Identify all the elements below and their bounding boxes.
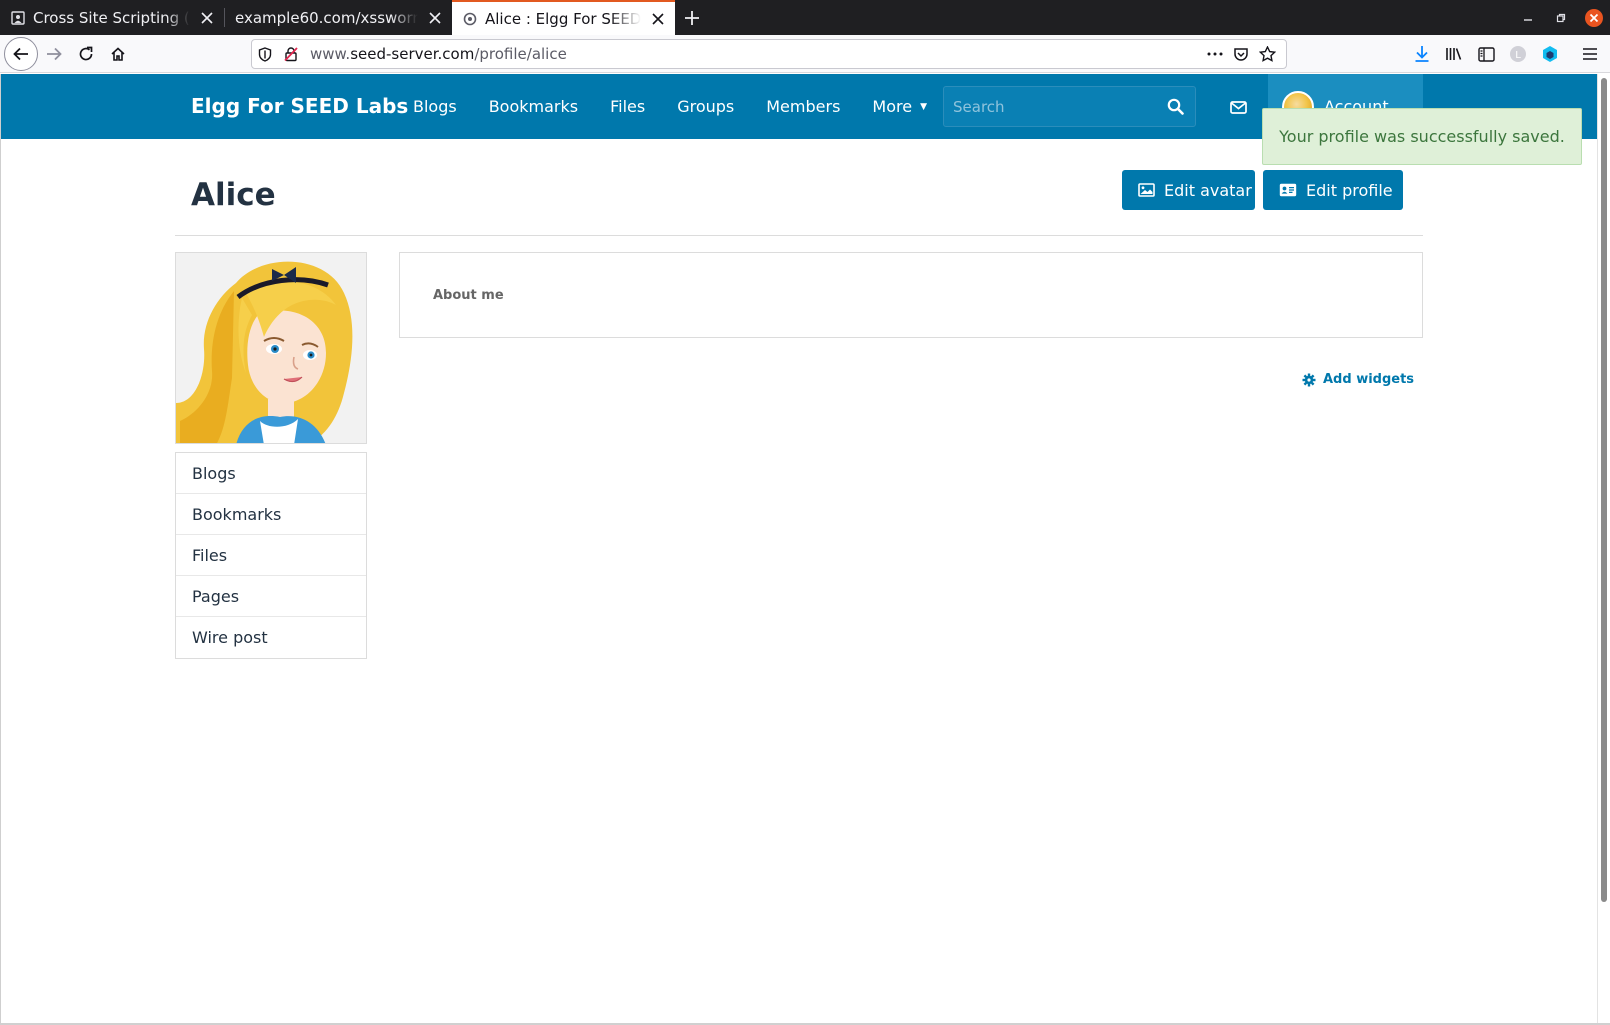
library-icon — [1446, 48, 1462, 60]
tab-title: Cross Site Scripting (XSS — [33, 8, 190, 27]
insecure-lock-icon[interactable] — [278, 41, 304, 67]
edit-profile-label: Edit profile — [1306, 180, 1393, 200]
about-me-label: About me — [433, 288, 504, 303]
minimize-button[interactable] — [1511, 0, 1544, 35]
browser-toolbar: www.seed-server.com/profile/alice L — [0, 35, 1610, 73]
svg-text:L: L — [1515, 50, 1521, 61]
nav-blogs[interactable]: Blogs — [413, 97, 457, 116]
back-button[interactable] — [4, 36, 38, 71]
nav-members[interactable]: Members — [766, 97, 840, 116]
menu-button[interactable] — [1574, 38, 1606, 70]
close-icon[interactable] — [426, 9, 444, 27]
search-icon[interactable] — [1155, 87, 1195, 126]
window-controls — [1511, 0, 1610, 35]
url-host: seed-server.com — [350, 45, 475, 63]
tab-title: Alice : Elgg For SEED Lab — [485, 9, 641, 28]
browser-tab-strip: Cross Site Scripting (XSS example60.com/… — [0, 0, 1610, 35]
plus-icon — [685, 10, 699, 25]
nav-more-label: More — [872, 97, 913, 116]
id-card-icon — [1279, 182, 1297, 198]
add-widgets-label: Add widgets — [1323, 372, 1415, 387]
nav-groups[interactable]: Groups — [677, 97, 734, 116]
sidebar-button[interactable] — [1470, 38, 1502, 70]
owner-menu-item-pages[interactable]: Pages — [176, 576, 366, 617]
forward-button[interactable] — [38, 38, 70, 70]
url-actions — [1202, 41, 1280, 67]
new-tab-button[interactable] — [675, 0, 709, 35]
avatar-illustration — [176, 253, 366, 443]
owner-menu-item-blogs[interactable]: Blogs — [176, 453, 366, 494]
tab-title: example60.com/xssworm.js — [235, 8, 418, 27]
page-title: Alice — [191, 177, 276, 213]
scrollbar-thumb[interactable] — [1601, 78, 1607, 902]
toolbar-right: L — [1406, 35, 1610, 73]
sidebar-icon — [1477, 46, 1495, 62]
owner-menu-item-bookmarks[interactable]: Bookmarks — [176, 494, 366, 535]
shield-icon[interactable] — [252, 41, 278, 67]
title-divider — [175, 235, 1423, 236]
minimize-icon — [1523, 18, 1532, 21]
browser-tab-alice-active[interactable]: Alice : Elgg For SEED Lab — [452, 0, 675, 35]
account-extension-button[interactable]: L — [1502, 38, 1534, 70]
extension-cube-icon — [1543, 46, 1557, 62]
profile-avatar[interactable] — [175, 252, 367, 444]
reload-button[interactable] — [70, 38, 102, 70]
gear-icon — [1301, 372, 1316, 387]
owner-block-menu: Blogs Bookmarks Files Pages Wire post — [175, 452, 367, 659]
url-bar[interactable]: www.seed-server.com/profile/alice — [251, 39, 1287, 69]
nav-files[interactable]: Files — [610, 97, 645, 116]
library-button[interactable] — [1438, 38, 1470, 70]
add-widgets-link[interactable]: Add widgets — [1301, 372, 1414, 387]
browser-tab-xssworm[interactable]: example60.com/xssworm.js — [225, 0, 452, 35]
extension-button[interactable] — [1534, 38, 1566, 70]
image-icon — [1138, 182, 1155, 198]
downloads-button[interactable] — [1406, 38, 1438, 70]
chevron-down-icon: ▼ — [920, 101, 927, 112]
url-path: /profile/alice — [474, 45, 567, 63]
restore-icon — [1556, 13, 1565, 22]
bookmark-star-icon[interactable] — [1254, 41, 1280, 67]
edit-avatar-button[interactable]: Edit avatar — [1122, 170, 1255, 210]
viewport-edge — [0, 74, 1, 1025]
vertical-scrollbar[interactable] — [1597, 74, 1610, 1025]
search-input[interactable] — [953, 97, 1155, 116]
site-brand[interactable]: Elgg For SEED Labs — [191, 94, 408, 118]
close-window-button[interactable] — [1577, 0, 1610, 35]
success-message[interactable]: Your profile was successfully saved. — [1262, 108, 1582, 165]
url-prefix: www. — [310, 45, 351, 63]
nav-bookmarks[interactable]: Bookmarks — [489, 97, 578, 116]
elgg-icon — [462, 11, 478, 27]
profile-circle-icon: L — [1510, 46, 1526, 62]
owner-menu-item-files[interactable]: Files — [176, 535, 366, 576]
close-icon[interactable] — [649, 10, 667, 28]
profile-details: About me — [399, 252, 1423, 338]
success-message-text: Your profile was successfully saved. — [1279, 127, 1565, 146]
page-actions-icon[interactable] — [1202, 41, 1228, 67]
nav-more[interactable]: More ▼ — [872, 97, 927, 116]
home-button[interactable] — [102, 38, 134, 70]
page-icon — [10, 10, 26, 26]
pocket-icon[interactable] — [1228, 41, 1254, 67]
url-text: www.seed-server.com/profile/alice — [310, 45, 1202, 63]
reload-icon — [79, 46, 93, 60]
download-icon — [1415, 46, 1429, 62]
hamburger-icon — [1583, 48, 1597, 60]
restore-button[interactable] — [1544, 0, 1577, 35]
home-icon — [111, 46, 125, 61]
forward-arrow-icon — [47, 47, 62, 60]
edit-avatar-label: Edit avatar — [1164, 180, 1252, 200]
main-nav: Blogs Bookmarks Files Groups Members Mor… — [413, 97, 959, 116]
close-icon[interactable] — [198, 9, 216, 27]
edit-profile-button[interactable]: Edit profile — [1263, 170, 1403, 210]
owner-menu-item-wire-post[interactable]: Wire post — [176, 617, 366, 658]
search-form — [943, 86, 1196, 127]
envelope-icon[interactable] — [1227, 96, 1249, 118]
browser-tab-xss[interactable]: Cross Site Scripting (XSS — [0, 0, 224, 35]
close-window-icon — [1584, 8, 1603, 27]
back-arrow-icon — [13, 47, 28, 60]
